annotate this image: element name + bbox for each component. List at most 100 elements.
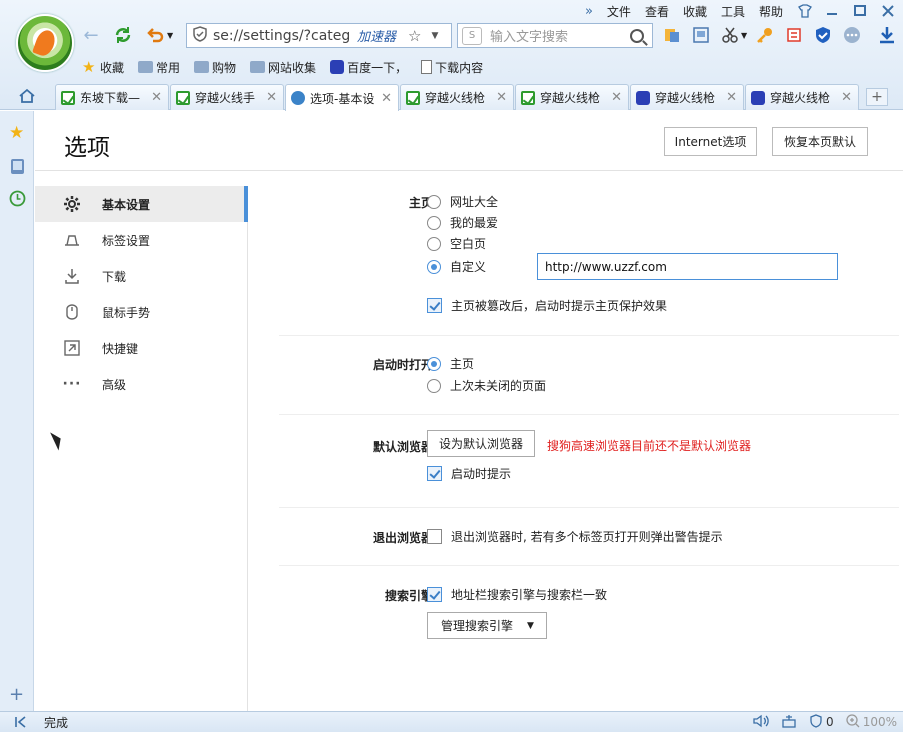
bookmark-star-icon[interactable]: ☆ [408, 27, 421, 45]
homepage-protect-option[interactable]: 主页被篡改后，启动时提示主页保护效果 [427, 297, 667, 314]
zoom-level[interactable]: 100% [863, 715, 897, 729]
radio-button[interactable] [427, 378, 441, 393]
checkbox-checked[interactable] [427, 298, 442, 313]
sidenav-download[interactable]: 下载 [35, 258, 247, 294]
radio-button-selected[interactable] [427, 356, 441, 371]
undo-dropdown-icon[interactable]: ▼ [167, 31, 173, 40]
close-icon[interactable] [881, 4, 895, 18]
sidenav-mouse-gestures[interactable]: 鼠标手势 [35, 294, 247, 330]
search-box[interactable]: S 输入文字搜索 [457, 23, 653, 48]
bookmark-common[interactable]: 常用 [138, 59, 180, 76]
homepage-option-blank[interactable]: 空白页 [427, 235, 486, 252]
status-right: 0 100% [741, 713, 897, 731]
radio-button[interactable] [427, 194, 441, 209]
search-placeholder[interactable]: 输入文字搜索 [490, 26, 630, 45]
menu-favorites[interactable]: 收藏 [683, 3, 707, 20]
checkbox[interactable] [427, 529, 442, 544]
menu-expand-icon[interactable]: » [585, 4, 593, 19]
radio-button[interactable] [427, 215, 441, 230]
tab-dongpo[interactable]: 东坡下载— ✕ [55, 84, 169, 110]
more-icon[interactable] [842, 25, 862, 45]
accelerator-button[interactable]: 加速器 [357, 26, 396, 45]
tab-close-icon[interactable]: ✕ [841, 90, 852, 105]
history-clock-icon[interactable] [9, 190, 26, 207]
homepage-option-custom[interactable]: 自定义 [427, 258, 486, 275]
paw-icon [751, 90, 765, 105]
favorites-star-icon[interactable]: ★ [9, 125, 26, 142]
manage-search-engines-button[interactable]: 管理搜索引擎 ▼ [427, 612, 547, 639]
homepage-url-input[interactable] [537, 253, 838, 280]
tab-cf-gun-4[interactable]: 穿越火线枪 ✕ [745, 84, 859, 110]
network-icon[interactable] [781, 714, 797, 731]
sidenav-tabs[interactable]: 标签设置 [35, 222, 247, 258]
menu-file[interactable]: 文件 [607, 3, 631, 20]
add-sidebar-icon[interactable]: + [9, 686, 26, 704]
tab-cf-gun-3[interactable]: 穿越火线枪 ✕ [630, 84, 744, 110]
address-dropdown-icon[interactable]: ▼ [431, 31, 438, 41]
startup-option-last-session[interactable]: 上次未关闭的页面 [427, 377, 546, 394]
sidenav-advanced[interactable]: ··· 高级 [35, 366, 247, 402]
sidebar-toggle-icon[interactable] [14, 715, 28, 732]
tab-close-icon[interactable]: ✕ [496, 90, 507, 105]
tab-cf-gun-1[interactable]: 穿越火线枪 ✕ [400, 84, 514, 110]
sync-icon[interactable] [662, 25, 682, 45]
internet-options-button[interactable]: Internet选项 [664, 127, 757, 156]
checkbox-checked[interactable] [427, 587, 442, 602]
key-icon[interactable] [755, 25, 775, 45]
address-bar[interactable]: se://settings/?categ 加速器 ☆ ▼ [186, 23, 452, 48]
zoom-icon[interactable] [846, 713, 860, 731]
sogou-logo[interactable] [16, 14, 74, 72]
radio-button-selected[interactable] [427, 259, 441, 274]
sogou-search-icon[interactable]: S [462, 26, 482, 45]
tab-close-icon[interactable]: ✕ [381, 91, 392, 106]
scissors-dropdown-icon[interactable]: ▼ [741, 31, 747, 40]
search-engine-sync-option[interactable]: 地址栏搜索引擎与搜索栏一致 [427, 586, 607, 603]
shield-icon [193, 26, 207, 45]
screenshot-icon[interactable] [691, 25, 711, 45]
exit-warning-option[interactable]: 退出浏览器时, 若有多个标签页打开则弹出警告提示 [427, 528, 723, 545]
bookmark-shopping[interactable]: 购物 [194, 59, 236, 76]
bookmark-favorites[interactable]: ★ 收藏 [82, 59, 124, 76]
back-icon[interactable]: ← [80, 24, 102, 46]
tab-cf-gun-2[interactable]: 穿越火线枪 ✕ [515, 84, 629, 110]
menu-help[interactable]: 帮助 [759, 3, 783, 20]
startup-prompt-option[interactable]: 启动时提示 [427, 465, 511, 482]
adblock-shield-icon[interactable] [809, 713, 823, 731]
tab-close-icon[interactable]: ✕ [611, 90, 622, 105]
game-icon[interactable] [784, 25, 804, 45]
speaker-icon[interactable] [753, 714, 769, 731]
search-icon[interactable] [630, 28, 644, 43]
set-default-browser-button[interactable]: 设为默认浏览器 [427, 430, 535, 457]
sidenav-shortcuts[interactable]: 快捷键 [35, 330, 247, 366]
tab-close-icon[interactable]: ✕ [266, 90, 277, 105]
homepage-option-nav[interactable]: 网址大全 [427, 193, 498, 210]
address-url[interactable]: se://settings/?categ [213, 28, 353, 44]
security-shield-icon[interactable] [813, 25, 833, 45]
section-search-engine: 搜索引擎 地址栏搜索引擎与搜索栏一致 管理搜索引擎 ▼ [279, 566, 899, 676]
reader-icon[interactable] [9, 158, 26, 175]
download-icon[interactable] [877, 25, 897, 45]
checkbox-checked[interactable] [427, 466, 442, 481]
tab-close-icon[interactable]: ✕ [151, 90, 162, 105]
sidenav-basic[interactable]: 基本设置 [35, 186, 248, 222]
startup-option-homepage[interactable]: 主页 [427, 355, 474, 372]
bookmark-collection[interactable]: 网站收集 [250, 59, 316, 76]
menu-view[interactable]: 查看 [645, 3, 669, 20]
minimize-icon[interactable] [825, 4, 839, 18]
maximize-icon[interactable] [853, 4, 867, 18]
homepage-option-favorites[interactable]: 我的最爱 [427, 214, 498, 231]
menu-tools[interactable]: 工具 [721, 3, 745, 20]
bookmark-baidu[interactable]: 百度一下， [330, 59, 407, 76]
tab-strip: 东坡下载— ✕ 穿越火线手 ✕ 选项-基本设 ✕ 穿越火线枪 ✕ 穿越火线枪 ✕ 穿越火线… [0, 84, 903, 111]
refresh-icon[interactable] [112, 24, 134, 46]
bookmark-downloads[interactable]: 下载内容 [421, 59, 483, 76]
tab-cf-mobile[interactable]: 穿越火线手 ✕ [170, 84, 284, 110]
scissors-icon[interactable] [720, 25, 740, 45]
undo-icon[interactable] [144, 24, 166, 46]
radio-button[interactable] [427, 236, 441, 251]
new-tab-button[interactable]: + [866, 88, 888, 106]
tab-options[interactable]: 选项-基本设 ✕ [285, 84, 399, 111]
tab-close-icon[interactable]: ✕ [726, 90, 737, 105]
skin-icon[interactable] [797, 4, 812, 18]
restore-defaults-button[interactable]: 恢复本页默认 [772, 127, 868, 156]
